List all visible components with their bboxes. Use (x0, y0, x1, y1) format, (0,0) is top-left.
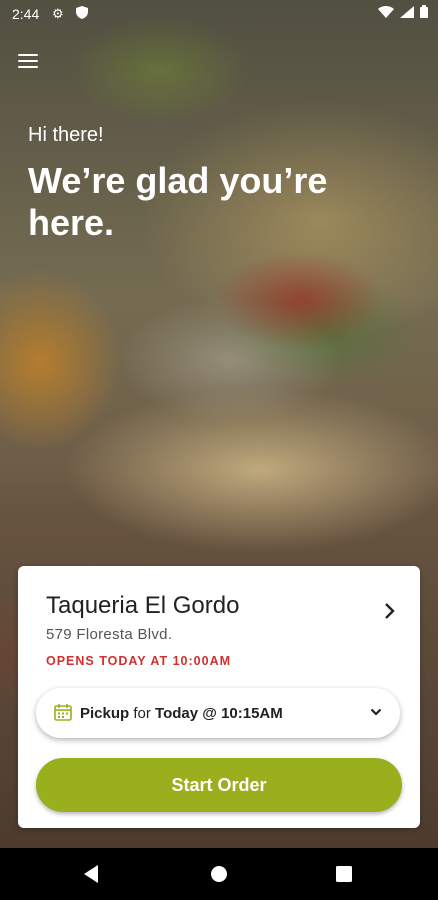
back-icon[interactable] (82, 864, 100, 889)
pickup-time-selector[interactable]: Pickup for Today @ 10:15AM (36, 688, 400, 738)
greeting-text: Hi there! (28, 124, 104, 146)
start-order-button[interactable]: Start Order (36, 758, 402, 812)
shield-icon (76, 6, 88, 22)
chevron-right-icon[interactable] (384, 602, 396, 626)
recents-icon[interactable] (336, 866, 352, 887)
chevron-down-icon (370, 704, 382, 719)
status-bar: 2:44 ⚙ (0, 0, 438, 28)
calendar-icon (54, 704, 72, 721)
wifi-icon (378, 5, 394, 21)
signal-icon (400, 5, 414, 21)
battery-icon (420, 5, 428, 21)
hamburger-menu-icon[interactable] (18, 54, 38, 70)
home-icon[interactable] (210, 865, 228, 888)
store-hours-status: OPENS TODAY AT 10:00AM (46, 654, 232, 668)
pickup-for-word: for (133, 705, 151, 722)
settings-gear-icon: ⚙ (52, 6, 64, 21)
android-nav-bar (0, 848, 438, 900)
store-card: Taqueria El Gordo 579 Floresta Blvd. OPE… (18, 566, 420, 828)
store-name: Taqueria El Gordo (46, 592, 240, 619)
pickup-time: Today @ 10:15AM (155, 705, 283, 722)
status-time: 2:44 (12, 6, 40, 22)
pickup-mode: Pickup (80, 705, 130, 722)
store-address: 579 Floresta Blvd. (46, 626, 173, 643)
headline-text: We’re glad you’re here. (28, 160, 328, 243)
pickup-label: Pickup for Today @ 10:15AM (80, 705, 283, 722)
